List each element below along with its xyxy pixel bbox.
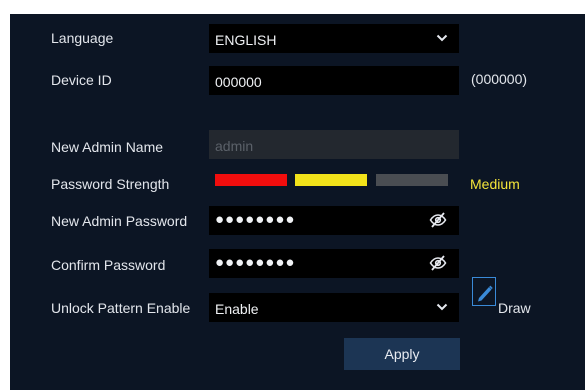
- strength-bar-weak: [215, 174, 287, 186]
- strength-level-text: Medium: [470, 176, 520, 192]
- language-select[interactable]: ENGLISH: [209, 24, 459, 53]
- draw-pattern-button[interactable]: [472, 277, 496, 306]
- eye-off-icon[interactable]: [429, 212, 447, 228]
- admin-name-input: admin: [209, 130, 459, 159]
- confirm-password-value: ●●●●●●●●: [215, 254, 296, 271]
- strength-bar-medium: [295, 174, 367, 186]
- confirm-password-label: Confirm Password: [51, 257, 166, 273]
- device-id-input[interactable]: 000000: [209, 66, 459, 95]
- admin-password-input[interactable]: ●●●●●●●●: [209, 206, 459, 235]
- strength-bar-strong: [376, 174, 448, 186]
- admin-name-placeholder: admin: [215, 138, 254, 154]
- device-id-hint: (000000): [471, 71, 528, 87]
- unlock-pattern-label: Unlock Pattern Enable: [51, 300, 191, 316]
- device-id-value: 000000: [215, 74, 262, 90]
- language-value: ENGLISH: [215, 32, 277, 48]
- admin-password-label: New Admin Password: [51, 213, 188, 229]
- password-strength-label: Password Strength: [51, 176, 170, 192]
- confirm-password-input[interactable]: ●●●●●●●●: [209, 249, 459, 278]
- admin-name-label: New Admin Name: [51, 139, 164, 155]
- eye-off-icon[interactable]: [429, 255, 447, 271]
- admin-password-value: ●●●●●●●●: [215, 211, 296, 228]
- apply-button[interactable]: Apply: [344, 338, 460, 370]
- unlock-pattern-select[interactable]: Enable: [209, 293, 459, 322]
- language-label: Language: [51, 30, 114, 46]
- pencil-icon: [478, 285, 493, 302]
- chevron-down-icon: [436, 34, 448, 42]
- device-id-label: Device ID: [51, 72, 112, 88]
- unlock-pattern-value: Enable: [215, 301, 259, 317]
- chevron-down-icon: [436, 303, 448, 311]
- draw-label[interactable]: Draw: [498, 300, 531, 316]
